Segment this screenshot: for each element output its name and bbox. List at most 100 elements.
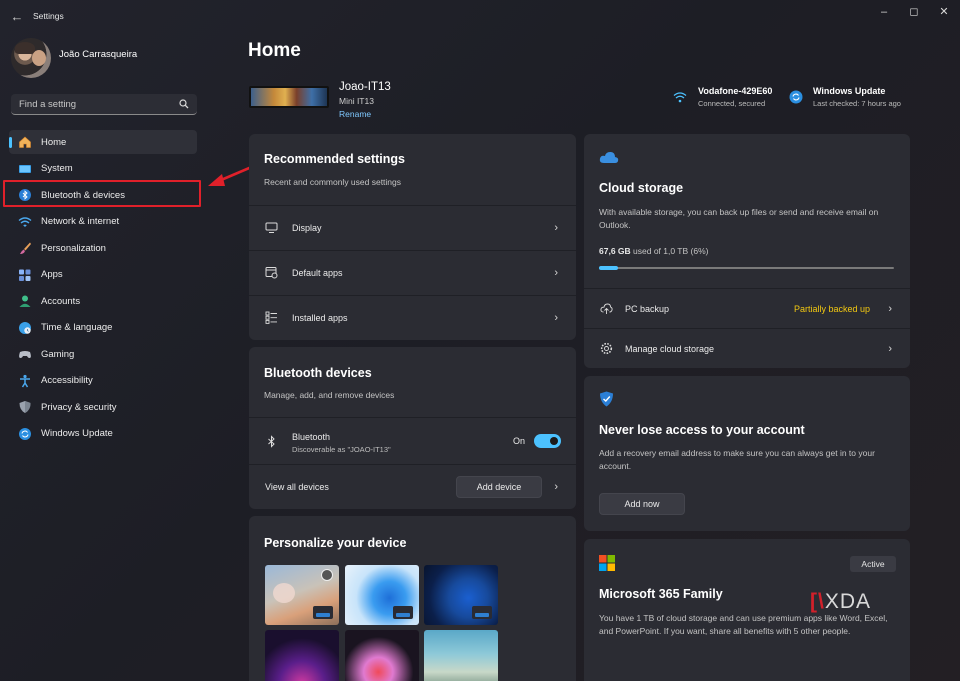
system-icon xyxy=(19,164,31,173)
sidebar-item-system[interactable]: System xyxy=(9,157,197,181)
manage-cloud-storage-label: Manage cloud storage xyxy=(625,343,715,354)
wallpaper-option[interactable] xyxy=(265,630,339,681)
bluetooth-row: Bluetooth Discoverable as "JOAO-IT13" On xyxy=(249,417,576,464)
device-name: Joao-IT13 xyxy=(339,81,391,93)
recommended-title: Recommended settings xyxy=(264,152,406,166)
bluetooth-subtitle: Manage, add, and remove devices xyxy=(264,390,395,400)
pc-backup-status: Partially backed up xyxy=(794,303,871,314)
back-arrow-icon[interactable]: ← xyxy=(8,8,26,26)
cloud-subtitle: With available storage, you can back up … xyxy=(599,207,879,230)
windows-update-status[interactable]: Windows Update Last checked: 7 hours ago xyxy=(813,86,901,108)
storage-progress-fill xyxy=(599,266,619,270)
windows-update-status-icon xyxy=(789,90,803,104)
sidebar-item-accounts[interactable]: Accounts xyxy=(9,289,197,313)
recommended-row-installed-apps[interactable]: Installed apps › xyxy=(249,295,576,339)
bluetooth-icon xyxy=(268,434,275,448)
sidebar-item-label: Time & language xyxy=(41,322,113,333)
network-name: Vodafone-429E60 xyxy=(698,86,773,96)
sidebar-item-apps[interactable]: Apps xyxy=(9,263,197,287)
recommended-row-default-apps[interactable]: Default apps › xyxy=(249,250,576,294)
sidebar-item-privacy-security[interactable]: Privacy & security xyxy=(9,395,197,419)
rename-link[interactable]: Rename xyxy=(339,109,371,119)
wallpaper-option[interactable] xyxy=(265,565,339,625)
row-label: Default apps xyxy=(292,267,343,278)
device-model: Mini IT13 xyxy=(339,96,374,106)
recommended-row-display[interactable]: Display › xyxy=(249,205,576,249)
search-input[interactable] xyxy=(11,94,171,114)
chevron-right-icon: › xyxy=(888,302,892,315)
sidebar-item-accessibility[interactable]: Accessibility xyxy=(9,369,197,393)
add-device-button[interactable]: Add device xyxy=(456,476,542,498)
page-title: Home xyxy=(248,40,301,61)
settings-window: ← Settings – ◻ ✕ João Carrasqueira Home … xyxy=(0,0,960,681)
storage-usage: 67,6 GB used of 1,0 TB (6%) xyxy=(599,246,708,256)
sidebar-item-network[interactable]: Network & internet xyxy=(9,210,197,234)
cloud-upload-icon xyxy=(600,303,613,314)
monitor-icon xyxy=(265,222,278,233)
recommended-settings-card: Recommended settings Recent and commonly… xyxy=(249,134,576,340)
manage-cloud-storage-row[interactable]: Manage cloud storage › xyxy=(584,328,910,368)
chevron-right-icon: › xyxy=(554,311,558,324)
row-label: Display xyxy=(292,222,322,233)
sidebar-item-label: Home xyxy=(41,136,67,148)
sidebar-item-gaming[interactable]: Gaming xyxy=(9,342,197,366)
brush-icon xyxy=(20,242,31,254)
chevron-right-icon[interactable]: › xyxy=(554,481,558,493)
annotation-highlight-box xyxy=(3,180,201,207)
sidebar-nav: Home System Bluetooth & devices Network … xyxy=(9,130,197,448)
sidebar-item-label: Privacy & security xyxy=(41,401,117,413)
chevron-right-icon: › xyxy=(888,342,892,355)
wifi-icon xyxy=(18,216,32,227)
search-box[interactable] xyxy=(11,94,197,115)
wallpaper-option[interactable] xyxy=(424,565,498,625)
sidebar-item-label: Personalization xyxy=(41,242,106,254)
bluetooth-devices-card: Bluetooth devices Manage, add, and remov… xyxy=(249,347,576,509)
xda-watermark: [\XDA xyxy=(810,590,872,613)
view-all-devices-label: View all devices xyxy=(265,481,329,492)
avatar[interactable] xyxy=(11,38,51,78)
pc-backup-label: PC backup xyxy=(625,303,670,314)
sidebar-item-label: Network & internet xyxy=(41,216,120,227)
home-icon xyxy=(19,136,31,148)
account-recovery-card: Never lose access to your account Add a … xyxy=(584,376,910,531)
sidebar-item-label: Accounts xyxy=(41,295,81,307)
network-status[interactable]: Vodafone-429E60 Connected, secured xyxy=(698,86,772,108)
storage-used-detail: used of 1,0 TB (6%) xyxy=(633,246,709,256)
sidebar-item-time-language[interactable]: Time & language xyxy=(9,316,197,340)
user-name: João Carrasqueira xyxy=(59,49,138,60)
sidebar-item-home[interactable]: Home xyxy=(9,130,197,154)
m365-title: Microsoft 365 Family xyxy=(599,587,723,601)
wallpaper-option[interactable] xyxy=(345,565,419,625)
maximize-icon[interactable]: ◻ xyxy=(901,4,927,20)
sidebar-item-label: Apps xyxy=(41,269,63,280)
m365-subtitle: You have 1 TB of cloud storage and can u… xyxy=(599,613,888,636)
bluetooth-toggle-label: On xyxy=(513,436,526,446)
sidebar-item-personalization[interactable]: Personalization xyxy=(9,236,197,260)
pc-backup-row[interactable]: PC backup Partially backed up › xyxy=(584,288,910,328)
app-title: Settings xyxy=(33,11,64,21)
bluetooth-title: Bluetooth devices xyxy=(264,366,372,380)
wallpaper-option[interactable] xyxy=(345,630,419,681)
close-icon[interactable]: ✕ xyxy=(931,4,957,20)
sidebar-item-label: Windows Update xyxy=(41,428,113,439)
chevron-right-icon: › xyxy=(554,266,558,279)
bluetooth-toggle[interactable] xyxy=(534,434,561,448)
add-now-button[interactable]: Add now xyxy=(599,493,685,515)
shield-check-icon xyxy=(600,391,613,407)
xda-bracket-icon: [\ xyxy=(810,590,825,613)
device-wallpaper-thumbnail xyxy=(249,86,329,108)
wallpaper-option[interactable] xyxy=(424,630,498,681)
default-apps-icon xyxy=(265,267,278,279)
cloud-title: Cloud storage xyxy=(599,181,684,195)
update-last-checked: Last checked: 7 hours ago xyxy=(813,99,901,108)
update-title: Windows Update xyxy=(813,86,886,96)
sidebar-item-windows-update[interactable]: Windows Update xyxy=(9,422,197,446)
cloud-storage-card: Cloud storage With available storage, yo… xyxy=(584,134,910,368)
bluetooth-discoverable-text: Discoverable as "JOAO-IT13" xyxy=(292,445,391,454)
accounts-icon xyxy=(19,295,31,307)
view-all-devices-row[interactable]: View all devices Add device › xyxy=(249,464,576,508)
update-icon xyxy=(19,427,31,440)
minimize-icon[interactable]: – xyxy=(871,4,897,20)
network-state: Connected, secured xyxy=(698,99,766,108)
recommended-subtitle: Recent and commonly used settings xyxy=(264,177,402,187)
